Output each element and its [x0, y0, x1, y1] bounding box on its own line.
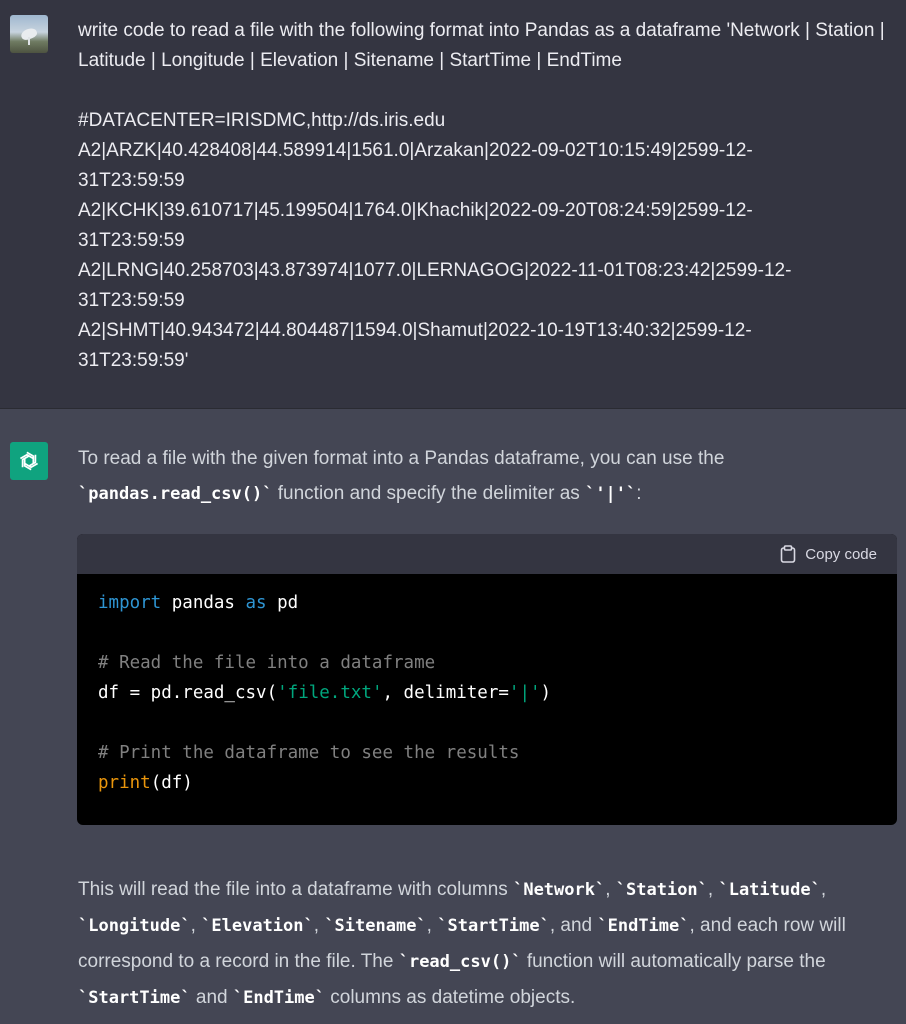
assistant-outro-text: This will read the file into a dataframe… — [78, 879, 846, 1008]
copy-code-label: Copy code — [805, 545, 877, 563]
openai-logo-icon — [10, 442, 48, 480]
clipboard-icon — [780, 545, 796, 563]
copy-code-button[interactable]: Copy code — [780, 545, 877, 563]
user-message: write code to read a file with the follo… — [0, 0, 906, 409]
inline-code: `'|'` — [585, 484, 637, 504]
user-avatar — [10, 15, 48, 53]
code-block-header: Copy code — [77, 534, 897, 574]
user-message-text: write code to read a file with the follo… — [78, 20, 885, 371]
assistant-message: To read a file with the given format int… — [0, 409, 906, 1024]
assistant-intro-text: To read a file with the given format int… — [78, 448, 725, 504]
code-content: import pandas as pd # Read the file into… — [98, 593, 552, 793]
code-block: Copy code import pandas as pd # Read the… — [77, 534, 897, 825]
inline-code: `pandas.read_csv()` — [78, 484, 273, 504]
